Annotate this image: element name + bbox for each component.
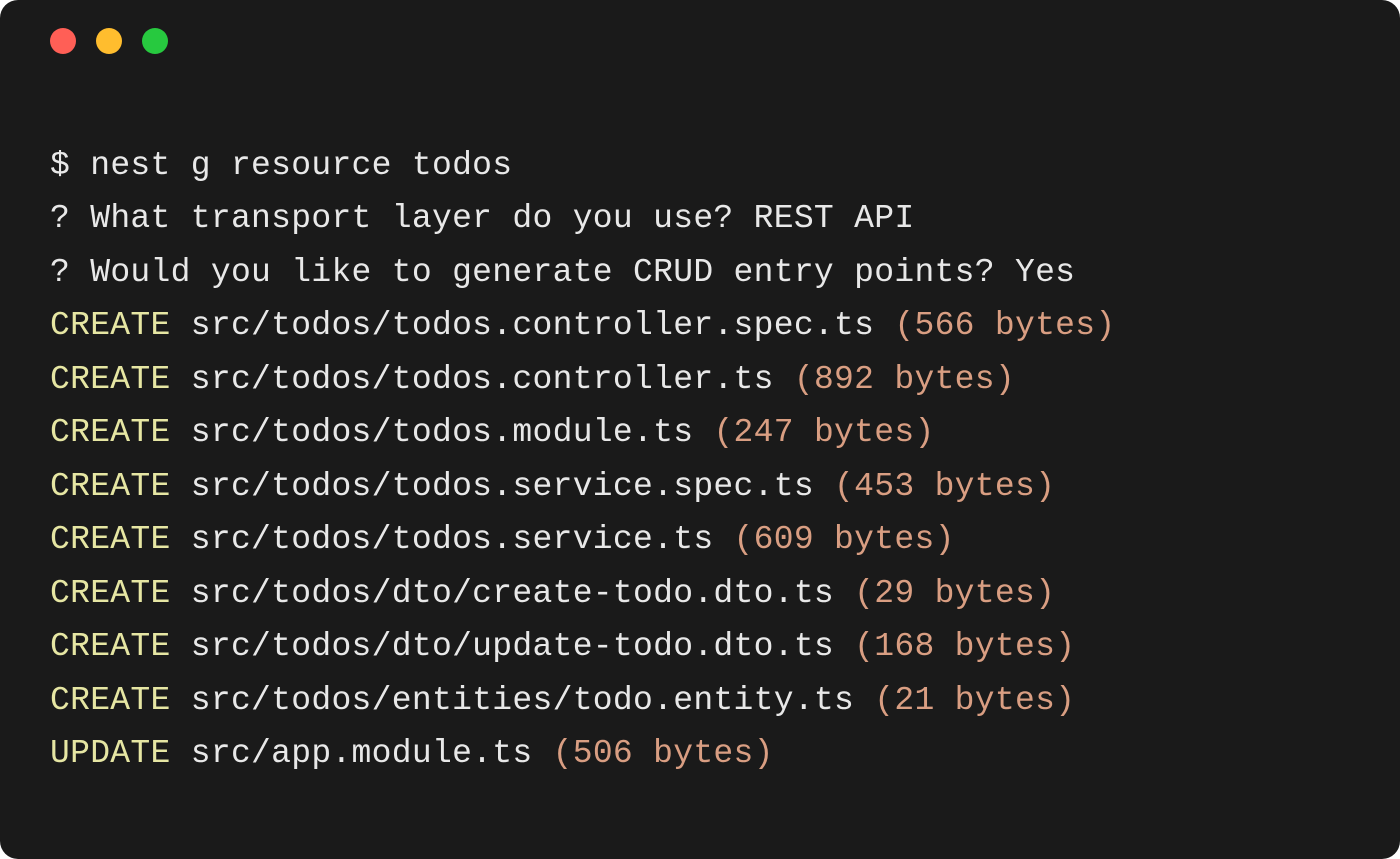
- file-path: src/todos/todos.service.spec.ts: [191, 468, 814, 505]
- command-text: nest g resource todos: [90, 147, 512, 184]
- maximize-button[interactable]: [142, 28, 168, 54]
- prompt-question-2: ? Would you like to generate CRUD entry …: [50, 246, 1350, 299]
- file-size: (566 bytes): [894, 307, 1115, 344]
- file-size: (892 bytes): [794, 361, 1015, 398]
- close-button[interactable]: [50, 28, 76, 54]
- file-action: CREATE: [50, 682, 171, 719]
- file-size: (609 bytes): [734, 521, 955, 558]
- question-answer: REST API: [754, 200, 915, 237]
- file-path: src/todos/todos.controller.ts: [191, 361, 774, 398]
- file-action: CREATE: [50, 414, 171, 451]
- output-line: CREATE src/todos/todos.module.ts (247 by…: [50, 406, 1350, 459]
- file-size: (506 bytes): [553, 735, 774, 772]
- file-path: src/todos/dto/update-todo.dto.ts: [191, 628, 834, 665]
- question-answer: Yes: [1015, 254, 1075, 291]
- output-line: CREATE src/todos/dto/update-todo.dto.ts …: [50, 620, 1350, 673]
- prompt-question-1: ? What transport layer do you use? REST …: [50, 192, 1350, 245]
- output-line: CREATE src/todos/dto/create-todo.dto.ts …: [50, 567, 1350, 620]
- question-text: Would you like to generate CRUD entry po…: [90, 254, 1015, 291]
- file-action: CREATE: [50, 361, 171, 398]
- file-path: src/todos/dto/create-todo.dto.ts: [191, 575, 834, 612]
- question-marker: ?: [50, 254, 90, 291]
- output-line: CREATE src/todos/todos.controller.ts (89…: [50, 353, 1350, 406]
- file-action: CREATE: [50, 628, 171, 665]
- question-marker: ?: [50, 200, 90, 237]
- file-path: src/todos/todos.service.ts: [191, 521, 714, 558]
- file-size: (168 bytes): [854, 628, 1075, 665]
- file-action: CREATE: [50, 468, 171, 505]
- output-line: CREATE src/todos/todos.controller.spec.t…: [50, 299, 1350, 352]
- titlebar: [0, 0, 1400, 54]
- file-action: CREATE: [50, 307, 171, 344]
- file-path: src/todos/entities/todo.entity.ts: [191, 682, 854, 719]
- file-size: (29 bytes): [854, 575, 1055, 612]
- file-size: (453 bytes): [834, 468, 1055, 505]
- output-line: CREATE src/todos/entities/todo.entity.ts…: [50, 674, 1350, 727]
- file-size: (247 bytes): [713, 414, 934, 451]
- question-text: What transport layer do you use?: [90, 200, 753, 237]
- file-action: CREATE: [50, 575, 171, 612]
- file-action: CREATE: [50, 521, 171, 558]
- file-action: UPDATE: [50, 735, 171, 772]
- output-line: CREATE src/todos/todos.service.spec.ts (…: [50, 460, 1350, 513]
- file-path: src/app.module.ts: [191, 735, 533, 772]
- terminal-content[interactable]: $ nest g resource todos ? What transport…: [0, 54, 1400, 820]
- file-size: (21 bytes): [874, 682, 1075, 719]
- minimize-button[interactable]: [96, 28, 122, 54]
- file-path: src/todos/todos.controller.spec.ts: [191, 307, 875, 344]
- terminal-window: $ nest g resource todos ? What transport…: [0, 0, 1400, 859]
- prompt-symbol: $: [50, 147, 90, 184]
- file-path: src/todos/todos.module.ts: [191, 414, 694, 451]
- output-line: CREATE src/todos/todos.service.ts (609 b…: [50, 513, 1350, 566]
- output-line: UPDATE src/app.module.ts (506 bytes): [50, 727, 1350, 780]
- command-line: $ nest g resource todos: [50, 139, 1350, 192]
